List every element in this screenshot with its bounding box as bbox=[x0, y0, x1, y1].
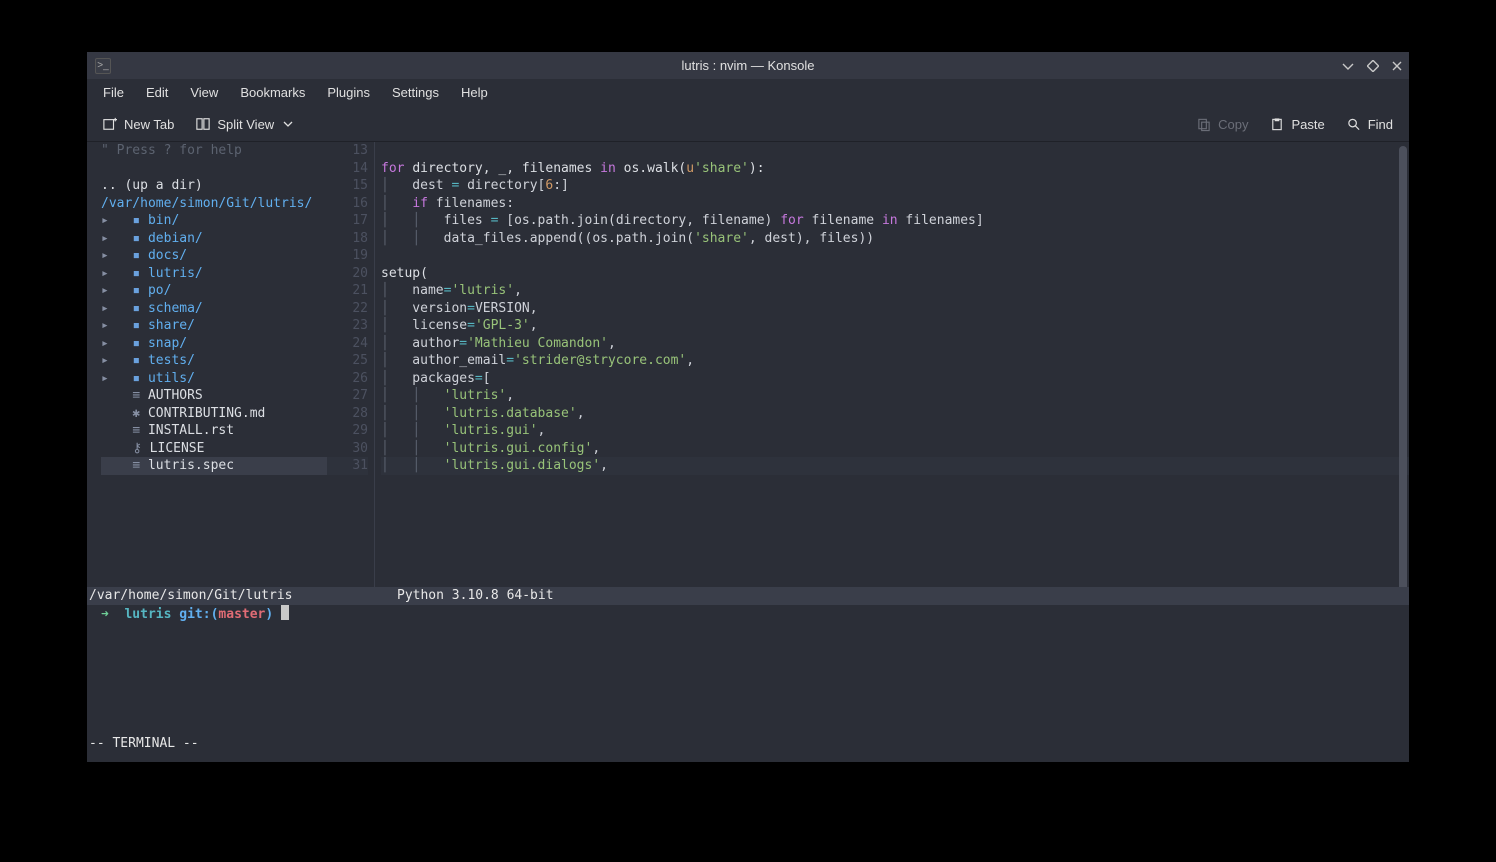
konsole-window: >_ lutris : nvim — Konsole File Edit Vie… bbox=[87, 52, 1409, 762]
new-tab-icon bbox=[103, 117, 117, 131]
code-editor[interactable]: for directory, _, filenames in os.walk(u… bbox=[375, 142, 1409, 587]
paste-label: Paste bbox=[1291, 117, 1324, 132]
maximize-icon[interactable] bbox=[1367, 60, 1379, 72]
status-left: /var/home/simon/Git/lutris bbox=[87, 587, 389, 605]
new-tab-label: New Tab bbox=[124, 117, 174, 132]
terminal-icon: >_ bbox=[95, 58, 111, 74]
copy-button[interactable]: Copy bbox=[1189, 113, 1256, 136]
menu-settings[interactable]: Settings bbox=[382, 81, 449, 104]
menubar: File Edit View Bookmarks Plugins Setting… bbox=[87, 79, 1409, 107]
tree-folder[interactable]: ▸ ▪ utils/ bbox=[101, 370, 327, 388]
tree-folder[interactable]: ▸ ▪ snap/ bbox=[101, 335, 327, 353]
tree-updir[interactable]: .. (up a dir) bbox=[101, 177, 327, 195]
tree-help: " Press ? for help bbox=[101, 142, 327, 160]
tree-folder[interactable]: ▸ ▪ schema/ bbox=[101, 300, 327, 318]
copy-icon bbox=[1197, 117, 1211, 131]
menu-help[interactable]: Help bbox=[451, 81, 498, 104]
status-line: /var/home/simon/Git/lutris Python 3.10.8… bbox=[87, 587, 1409, 605]
tree-folder[interactable]: ▸ ▪ lutris/ bbox=[101, 265, 327, 283]
minimize-icon[interactable] bbox=[1341, 59, 1355, 73]
menu-file[interactable]: File bbox=[93, 81, 134, 104]
chevron-down-icon bbox=[281, 117, 295, 131]
tree-folder[interactable]: ▸ ▪ share/ bbox=[101, 317, 327, 335]
menu-edit[interactable]: Edit bbox=[136, 81, 178, 104]
line-number-gutter: 13141516171819202122232425262728293031 bbox=[327, 142, 375, 587]
paste-button[interactable]: Paste bbox=[1262, 113, 1332, 136]
window-title: lutris : nvim — Konsole bbox=[682, 58, 815, 73]
tree-folder[interactable]: ▸ ▪ po/ bbox=[101, 282, 327, 300]
find-label: Find bbox=[1368, 117, 1393, 132]
copy-label: Copy bbox=[1218, 117, 1248, 132]
toolbar: New Tab Split View Copy bbox=[87, 107, 1409, 141]
tree-root: /var/home/simon/Git/lutris/ bbox=[101, 195, 327, 213]
search-icon bbox=[1347, 117, 1361, 131]
tree-folder[interactable]: ▸ ▪ bin/ bbox=[101, 212, 327, 230]
terminal-blank[interactable] bbox=[87, 622, 1409, 735]
menu-view[interactable]: View bbox=[180, 81, 228, 104]
status-right: Python 3.10.8 64-bit bbox=[389, 587, 1409, 605]
tree-file[interactable]: ≡ INSTALL.rst bbox=[101, 422, 327, 440]
find-button[interactable]: Find bbox=[1339, 113, 1401, 136]
new-tab-button[interactable]: New Tab bbox=[95, 113, 182, 136]
tree-file[interactable]: ⚷ LICENSE bbox=[101, 440, 327, 458]
shell-prompt[interactable]: ➜ lutris git:(master) bbox=[87, 605, 1409, 623]
split-view-icon bbox=[196, 117, 210, 131]
tree-folder[interactable]: ▸ ▪ tests/ bbox=[101, 352, 327, 370]
file-tree[interactable]: " Press ? for help .. (up a dir) /var/ho… bbox=[87, 142, 327, 587]
tree-file[interactable]: ≡ AUTHORS bbox=[101, 387, 327, 405]
tree-folder[interactable]: ▸ ▪ docs/ bbox=[101, 247, 327, 265]
menu-plugins[interactable]: Plugins bbox=[317, 81, 380, 104]
split-view-label: Split View bbox=[217, 117, 274, 132]
vim-mode: -- TERMINAL -- bbox=[87, 735, 1409, 753]
titlebar: >_ lutris : nvim — Konsole bbox=[87, 52, 1409, 79]
window-controls bbox=[1341, 59, 1403, 73]
close-icon[interactable] bbox=[1391, 60, 1403, 72]
paste-icon bbox=[1270, 117, 1284, 131]
terminal-area[interactable]: " Press ? for help .. (up a dir) /var/ho… bbox=[87, 141, 1409, 762]
tree-file[interactable]: ≡ lutris.spec bbox=[101, 457, 327, 475]
tree-file[interactable]: ✱ CONTRIBUTING.md bbox=[101, 405, 327, 423]
split-view-button[interactable]: Split View bbox=[188, 113, 303, 136]
terminal-cursor bbox=[281, 605, 289, 620]
menu-bookmarks[interactable]: Bookmarks bbox=[230, 81, 315, 104]
scrollbar[interactable] bbox=[1399, 146, 1407, 587]
tree-folder[interactable]: ▸ ▪ debian/ bbox=[101, 230, 327, 248]
